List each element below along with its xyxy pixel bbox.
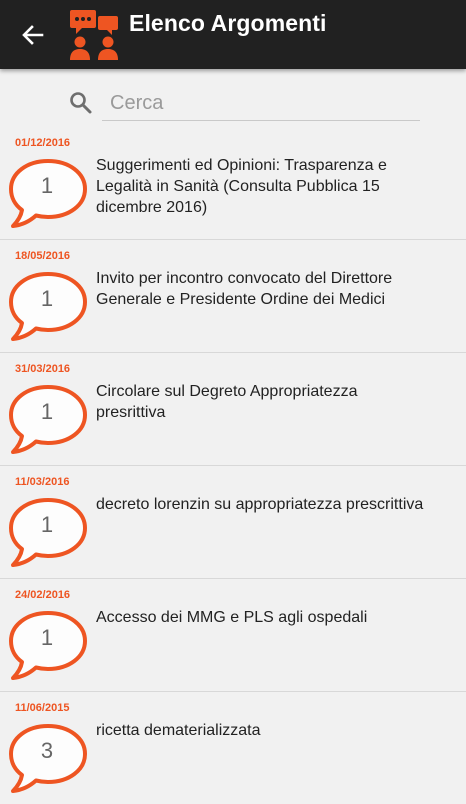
topic-title: Circolare sul Degreto Appropriatezza pre…	[96, 383, 358, 421]
topic-date: 31/03/2016	[15, 363, 71, 375]
app-bar: Elenco Argomenti	[0, 0, 466, 69]
topic-list-item[interactable]: 24/02/2016 1 Accesso dei MMG e PLS agli …	[0, 579, 466, 692]
topic-title: ricetta dematerializzata	[96, 722, 261, 739]
search-icon	[70, 92, 92, 114]
topic-date: 24/02/2016	[15, 589, 71, 601]
search-bar	[66, 86, 420, 122]
topic-list-item[interactable]: 18/05/2016 1 Invito per incontro convoca…	[0, 240, 466, 353]
topic-list-item[interactable]: 11/06/2015 3 ricetta dematerializzata	[0, 692, 466, 804]
back-arrow-icon[interactable]	[14, 16, 52, 54]
page-title: Elenco Argomenti	[129, 10, 327, 36]
topic-date: 01/12/2016	[15, 137, 71, 149]
comment-count: 3	[40, 738, 54, 763]
topic-title: Invito per incontro convocato del Dirett…	[96, 270, 393, 308]
topic-title: decreto lorenzin su appropriatezza presc…	[96, 496, 424, 513]
topic-list-item[interactable]: 31/03/2016 1 Circolare sul Degreto Appro…	[0, 353, 466, 466]
topic-list-item[interactable]: 11/03/2016 1 decreto lorenzin su appropr…	[0, 466, 466, 579]
topic-list: 01/12/2016 1 Suggerimenti ed Opinioni: T…	[0, 127, 466, 804]
comment-count: 1	[40, 512, 54, 537]
topic-date: 11/03/2016	[15, 476, 70, 488]
comment-count: 1	[40, 625, 54, 650]
topic-date: 18/05/2016	[15, 250, 71, 262]
topic-title: Accesso dei MMG e PLS agli ospedali	[96, 609, 368, 626]
search-input[interactable]	[102, 86, 420, 121]
comment-count: 1	[40, 173, 54, 198]
comment-count: 1	[40, 286, 54, 311]
topic-title: Suggerimenti ed Opinioni: Trasparenza e …	[96, 157, 387, 216]
comment-count: 1	[40, 399, 54, 424]
discussion-people-icon	[70, 10, 118, 60]
topic-date: 11/06/2015	[15, 702, 70, 714]
topic-list-item[interactable]: 01/12/2016 1 Suggerimenti ed Opinioni: T…	[0, 127, 466, 240]
